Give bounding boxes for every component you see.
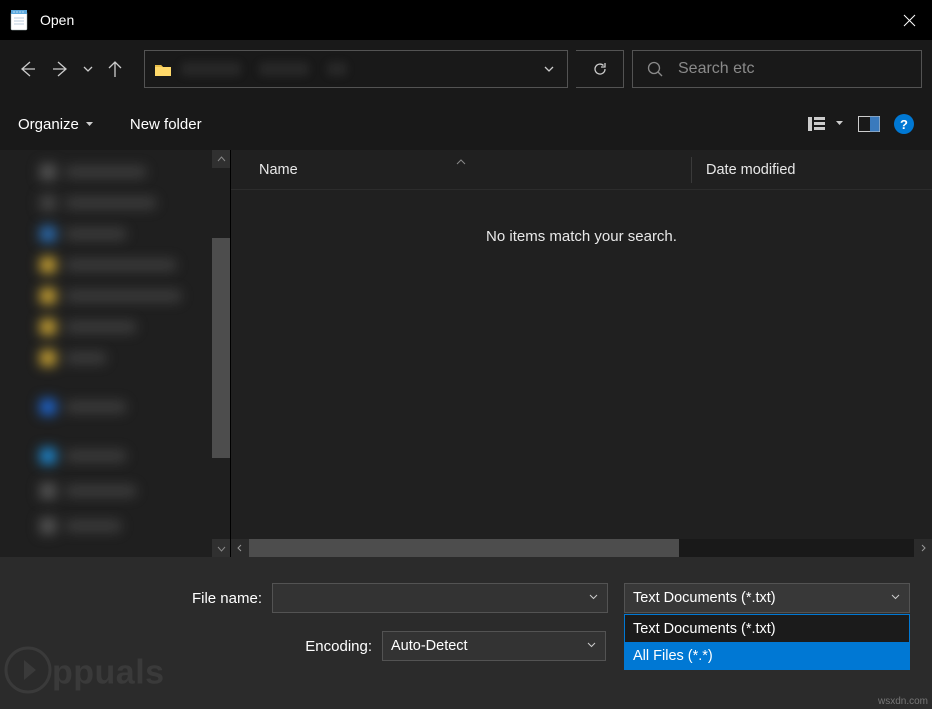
folder-icon bbox=[153, 59, 173, 79]
tree-item[interactable] bbox=[0, 249, 230, 280]
up-button[interactable] bbox=[98, 52, 132, 86]
watermark: ppuals bbox=[4, 646, 165, 703]
scroll-down-button[interactable] bbox=[212, 539, 230, 557]
scroll-left-button[interactable] bbox=[231, 539, 249, 557]
file-type-dropdown: Text Documents (*.txt) All Files (*.*) bbox=[624, 614, 910, 670]
tree-item[interactable] bbox=[0, 311, 230, 342]
toolbar: Organize New folder ? bbox=[0, 98, 932, 150]
tree-item[interactable] bbox=[0, 280, 230, 311]
navigation-bar: Search etc bbox=[0, 40, 932, 98]
scrollbar-thumb[interactable] bbox=[249, 539, 679, 557]
tree-item[interactable] bbox=[0, 475, 230, 506]
preview-pane-button[interactable] bbox=[858, 116, 880, 132]
organize-button[interactable]: Organize bbox=[18, 116, 94, 133]
encoding-select[interactable]: Auto-Detect bbox=[382, 631, 606, 661]
sort-indicator-icon bbox=[456, 152, 466, 170]
tree-item[interactable] bbox=[0, 510, 230, 541]
bottom-panel: File name: Encoding: Auto-Detect Text Do… bbox=[0, 557, 932, 709]
source-site: wsxdn.com bbox=[876, 696, 930, 707]
address-path bbox=[181, 62, 531, 76]
caret-down-icon bbox=[835, 115, 844, 133]
search-placeholder: Search etc bbox=[678, 60, 754, 78]
address-dropdown-button[interactable] bbox=[531, 51, 567, 87]
back-button[interactable] bbox=[10, 52, 44, 86]
file-list-pane: Name Date modified No items match your s… bbox=[230, 150, 932, 557]
tree-item[interactable] bbox=[0, 218, 230, 249]
view-options-button[interactable] bbox=[807, 115, 844, 133]
tree-item[interactable] bbox=[0, 391, 230, 422]
recent-locations-button[interactable] bbox=[78, 52, 98, 86]
chevron-down-icon bbox=[586, 638, 597, 654]
notepad-icon bbox=[10, 8, 30, 32]
empty-message: No items match your search. bbox=[231, 190, 932, 539]
title-bar: Open bbox=[0, 0, 932, 40]
new-folder-button[interactable]: New folder bbox=[130, 116, 202, 133]
refresh-button[interactable] bbox=[576, 50, 624, 88]
column-headers: Name Date modified bbox=[231, 150, 932, 190]
file-type-filter[interactable]: Text Documents (*.txt) Text Documents (*… bbox=[624, 583, 910, 613]
scrollbar-track[interactable] bbox=[249, 539, 914, 557]
filename-input[interactable] bbox=[272, 583, 608, 613]
body: Name Date modified No items match your s… bbox=[0, 150, 932, 557]
window-title: Open bbox=[40, 12, 74, 28]
filename-label: File name: bbox=[22, 590, 272, 607]
filter-option[interactable]: All Files (*.*) bbox=[625, 642, 909, 669]
search-icon bbox=[647, 61, 664, 78]
help-button[interactable]: ? bbox=[894, 114, 914, 134]
tree-item[interactable] bbox=[0, 342, 230, 373]
tree-item[interactable] bbox=[0, 440, 230, 471]
navigation-pane[interactable] bbox=[0, 150, 230, 557]
caret-down-icon bbox=[85, 116, 94, 133]
close-button[interactable] bbox=[886, 0, 932, 40]
scroll-right-button[interactable] bbox=[914, 539, 932, 557]
forward-button[interactable] bbox=[44, 52, 78, 86]
address-bar[interactable] bbox=[144, 50, 568, 88]
horizontal-scrollbar bbox=[231, 539, 932, 557]
filter-option[interactable]: Text Documents (*.txt) bbox=[625, 615, 909, 642]
tree-item[interactable] bbox=[0, 187, 230, 218]
chevron-down-icon bbox=[588, 590, 599, 606]
column-date-modified[interactable]: Date modified bbox=[691, 157, 795, 183]
tree-item[interactable] bbox=[0, 156, 230, 187]
chevron-down-icon bbox=[890, 590, 901, 606]
search-input[interactable]: Search etc bbox=[632, 50, 922, 88]
